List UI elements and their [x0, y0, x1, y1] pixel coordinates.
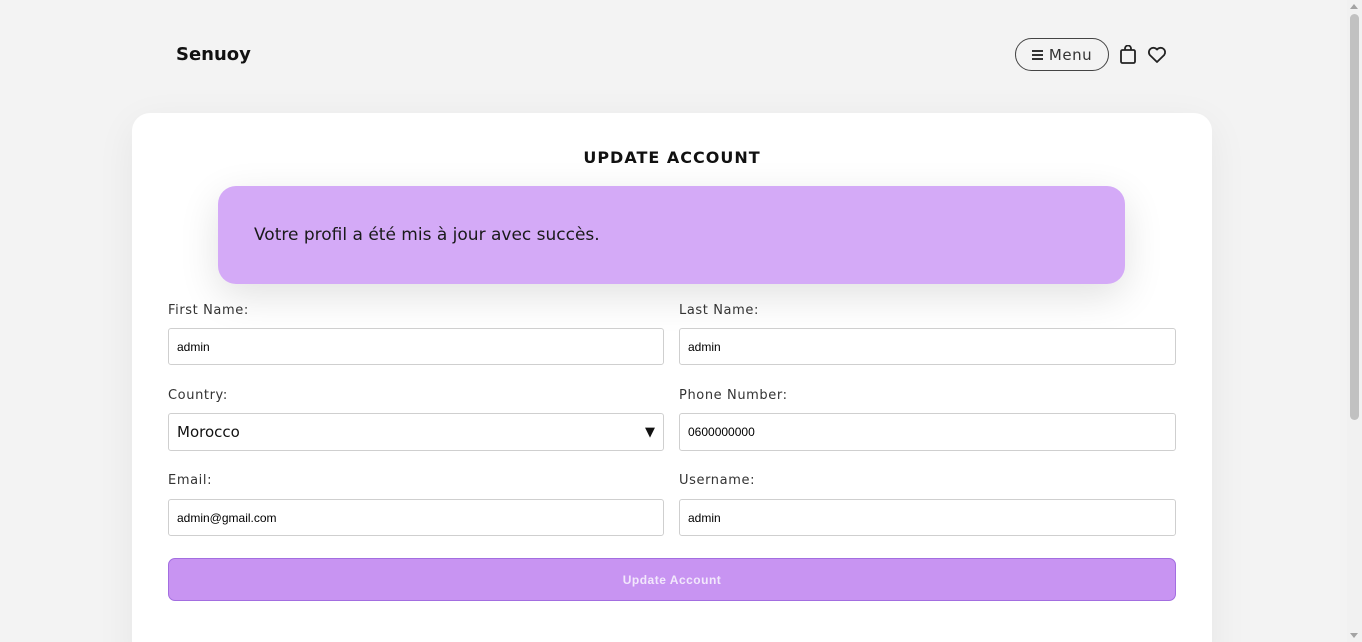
success-alert: Votre profil a été mis à jour avec succè… [218, 186, 1125, 284]
country-label: Country: [168, 388, 228, 403]
scroll-up-icon[interactable] [1350, 4, 1358, 9]
site-logo[interactable]: Senuoy [176, 44, 251, 65]
hamburger-icon [1031, 50, 1043, 60]
email-input[interactable] [168, 499, 664, 536]
alert-message: Votre profil a été mis à jour avec succè… [254, 225, 600, 245]
heart-icon[interactable] [1147, 46, 1167, 64]
phone-input[interactable] [679, 413, 1176, 451]
username-input[interactable] [679, 499, 1176, 536]
username-label: Username: [679, 473, 756, 488]
country-select[interactable]: Morocco ▼ [168, 413, 664, 451]
last-name-label: Last Name: [679, 303, 759, 318]
first-name-input[interactable] [168, 328, 664, 365]
last-name-input[interactable] [679, 328, 1176, 365]
menu-button-label: Menu [1048, 45, 1093, 64]
scroll-down-icon[interactable] [1350, 633, 1358, 638]
page-scrollbar[interactable] [1347, 0, 1362, 642]
country-select-value: Morocco [177, 423, 240, 441]
phone-label: Phone Number: [679, 388, 788, 403]
menu-button[interactable]: Menu [1015, 38, 1109, 71]
email-label: Email: [168, 473, 213, 488]
bag-icon[interactable] [1119, 45, 1137, 65]
site-header: Senuoy Menu [0, 0, 1347, 110]
update-account-button[interactable]: Update Account [168, 558, 1176, 601]
first-name-label: First Name: [168, 303, 249, 318]
page-title: UPDATE ACCOUNT [583, 148, 761, 167]
scrollbar-thumb[interactable] [1350, 14, 1359, 420]
dropdown-arrow-icon: ▼ [645, 425, 655, 440]
